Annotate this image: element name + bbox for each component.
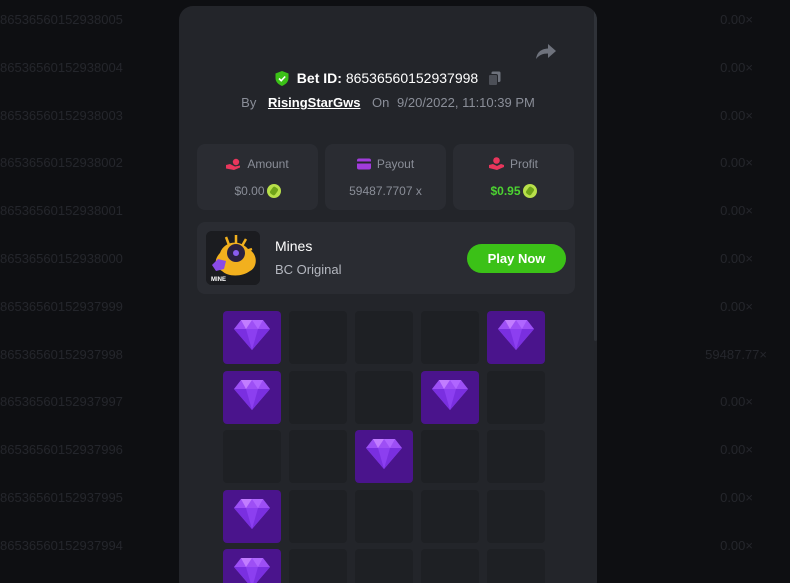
gem-tile — [223, 370, 281, 424]
hidden-tile — [487, 370, 545, 424]
shield-check-icon — [275, 71, 289, 89]
bet-id-label: Bet ID: — [296, 70, 342, 86]
hidden-tile — [355, 370, 413, 424]
profit-title: Profit — [453, 157, 574, 171]
hidden-tile — [355, 489, 413, 543]
gem-icon — [234, 498, 270, 529]
hidden-tile — [355, 549, 413, 583]
gem-icon — [366, 439, 402, 469]
bet-stats: Amount $0.00 Payout 59487.7707 x Profit … — [197, 144, 575, 210]
by-label: By — [241, 95, 257, 110]
payout-value: 59487.7707 x — [349, 184, 422, 198]
play-now-button[interactable]: Play Now — [467, 244, 566, 273]
gem-icon — [234, 558, 270, 583]
hidden-tile — [421, 489, 479, 543]
payout-title: Payout — [325, 157, 446, 171]
bet-id-value: 86536560152937998 — [345, 70, 479, 86]
amount-title: Amount — [197, 157, 318, 171]
payout-card: Payout 59487.7707 x — [325, 144, 446, 210]
hidden-tile — [421, 311, 479, 364]
payout-label: Payout — [376, 157, 415, 171]
on-label: On — [372, 95, 390, 110]
mines-game-thumbnail[interactable]: MINE — [206, 231, 260, 285]
amount-card: Amount $0.00 — [197, 144, 318, 210]
amount-label: Amount — [247, 157, 289, 171]
hand-heart-icon — [488, 157, 504, 170]
hidden-tile — [289, 370, 347, 424]
gem-tile — [421, 370, 479, 424]
hidden-tile — [223, 430, 281, 483]
gem-icon — [234, 379, 270, 410]
game-subtitle: BC Original — [275, 262, 342, 277]
bet-id-line: Bet ID: 86536560152937998 — [179, 70, 597, 89]
wallet-icon — [356, 158, 371, 170]
hidden-tile — [289, 311, 347, 364]
hidden-tile — [487, 430, 545, 483]
share-icon[interactable] — [535, 42, 557, 62]
bet-details-modal: Bet ID: 86536560152937998 By RisingStarG… — [179, 6, 597, 583]
profit-label: Profit — [509, 157, 538, 171]
game-name[interactable]: Mines — [275, 238, 312, 254]
bet-datetime: 9/20/2022, 11:10:39 PM — [397, 95, 535, 110]
gem-icon — [498, 320, 534, 350]
bet-meta-line: By RisingStarGws On 9/20/2022, 11:10:39 … — [179, 95, 597, 110]
game-card: MINE Mines BC Original Play Now — [197, 222, 575, 294]
coin-icon — [522, 184, 537, 198]
gem-tile — [223, 549, 281, 583]
gem-icon — [432, 379, 468, 410]
hidden-tile — [487, 489, 545, 543]
gem-tile — [355, 430, 413, 483]
copy-icon[interactable] — [488, 71, 501, 89]
hidden-tile — [355, 311, 413, 364]
hidden-tile — [289, 489, 347, 543]
username-link[interactable]: RisingStarGws — [268, 95, 360, 110]
hidden-tile — [289, 549, 347, 583]
hidden-tile — [289, 430, 347, 483]
profit-card: Profit $0.95 — [453, 144, 574, 210]
amount-value: $0.00 — [234, 184, 265, 198]
coin-icon — [266, 184, 281, 198]
gem-icon — [234, 320, 270, 350]
gem-tile — [223, 489, 281, 543]
profit-value: $0.95 — [490, 184, 521, 198]
hidden-tile — [487, 549, 545, 583]
hand-coin-icon — [226, 158, 241, 170]
thumbnail-text: MINE — [211, 277, 226, 283]
hidden-tile — [421, 430, 479, 483]
hidden-tile — [421, 549, 479, 583]
gem-tile — [223, 311, 281, 364]
modal-scrollbar[interactable] — [594, 6, 597, 341]
profit-value-row: $0.95 — [453, 184, 574, 198]
amount-value-row: $0.00 — [197, 184, 318, 198]
gem-tile — [487, 311, 545, 364]
